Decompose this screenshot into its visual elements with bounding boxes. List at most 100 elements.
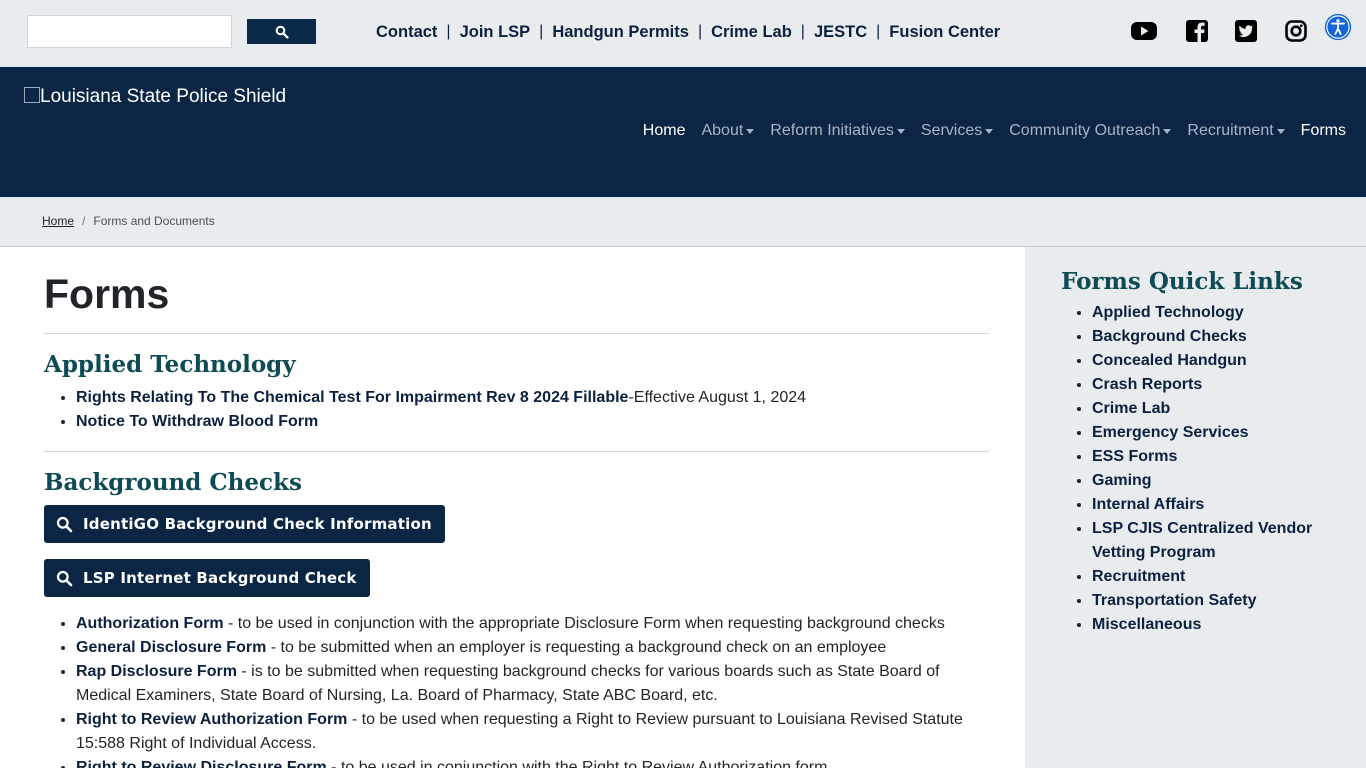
separator: | [876, 23, 881, 40]
nav-label: Reform Initiatives [770, 122, 894, 139]
separator: | [697, 23, 703, 40]
list-item: General Disclosure Form - to be submitte… [76, 636, 978, 660]
form-link[interactable]: Rap Disclosure Form [76, 663, 237, 680]
form-link[interactable]: Rights Relating To The Chemical Test For… [76, 389, 628, 406]
quick-link-miscellaneous[interactable]: Miscellaneous [1092, 616, 1201, 633]
quick-link-crash-reports[interactable]: Crash Reports [1092, 376, 1202, 393]
nav-label: Services [920, 122, 983, 139]
sidebar-heading: Forms Quick Links [1061, 268, 1303, 295]
list-item: Rights Relating To The Chemical Test For… [76, 386, 989, 410]
search-icon [56, 516, 73, 532]
form-link[interactable]: Authorization Form [76, 615, 224, 632]
caret-down-icon [985, 128, 994, 134]
divider [44, 451, 989, 452]
separator: | [539, 23, 544, 40]
nav-forms[interactable]: Forms [1301, 122, 1346, 140]
search-icon [56, 570, 73, 586]
list-item: Recruitment [1092, 565, 1334, 589]
search-button[interactable] [247, 19, 316, 44]
identigo-background-check-button[interactable]: IdentiGO Background Check Information [44, 505, 445, 543]
form-description: - to be submitted when an employer is re… [266, 639, 887, 656]
quick-link-transportation-safety[interactable]: Transportation Safety [1092, 592, 1256, 609]
list-item: Notice To Withdraw Blood Form [76, 410, 989, 434]
util-link-contact[interactable]: Contact [376, 23, 437, 42]
list-item: Right to Review Disclosure Form - to be … [76, 756, 978, 768]
util-link-handgun-permits[interactable]: Handgun Permits [552, 23, 689, 42]
utility-links: Contact | Join LSP | Handgun Permits | C… [376, 22, 1000, 42]
list-item: Miscellaneous [1092, 613, 1334, 637]
nav-label: Home [642, 122, 686, 139]
quick-link-gaming[interactable]: Gaming [1092, 472, 1152, 489]
list-item: ESS Forms [1092, 445, 1334, 469]
quick-link-background-checks[interactable]: Background Checks [1092, 328, 1247, 345]
facebook-icon[interactable] [1186, 17, 1208, 45]
nav-recruitment[interactable]: Recruitment [1187, 122, 1285, 140]
quick-link-applied-technology[interactable]: Applied Technology [1092, 304, 1244, 321]
list-item: Rap Disclosure Form - is to be submitted… [76, 660, 978, 708]
form-link[interactable]: General Disclosure Form [76, 639, 266, 656]
nav-community-outreach[interactable]: Community Outreach [1009, 122, 1172, 140]
list-item: Transportation Safety [1092, 589, 1334, 613]
section-heading-applied-technology: Applied Technology [44, 351, 296, 378]
quick-link-crime-lab[interactable]: Crime Lab [1092, 400, 1170, 417]
nav-services[interactable]: Services [920, 122, 994, 140]
divider [44, 333, 989, 334]
nav-label: About [701, 122, 744, 139]
twitter-icon[interactable] [1235, 17, 1257, 45]
nav-reform-initiatives[interactable]: Reform Initiatives [770, 122, 905, 140]
separator: | [800, 23, 805, 40]
caret-down-icon [1276, 128, 1285, 134]
list-item: Authorization Form - to be used in conju… [76, 612, 978, 636]
list-item: Background Checks [1092, 325, 1334, 349]
util-link-join-lsp[interactable]: Join LSP [460, 23, 531, 42]
form-description: -Effective August 1, 2024 [628, 389, 807, 406]
button-label: LSP Internet Background Check [83, 569, 357, 587]
quick-link-recruitment[interactable]: Recruitment [1092, 568, 1185, 585]
breadcrumb-home[interactable]: Home [42, 214, 74, 228]
main-nav: Home About Reform Initiatives Services C… [627, 122, 1346, 140]
util-link-crime-lab[interactable]: Crime Lab [711, 23, 792, 42]
form-link[interactable]: Right to Review Disclosure Form [76, 759, 327, 768]
quick-link-ess-forms[interactable]: ESS Forms [1092, 448, 1177, 465]
lsp-internet-background-check-button[interactable]: LSP Internet Background Check [44, 559, 370, 597]
search-input[interactable] [27, 15, 232, 48]
youtube-icon[interactable] [1130, 17, 1158, 45]
util-link-fusion-center[interactable]: Fusion Center [889, 23, 1000, 42]
list-item: Crime Lab [1092, 397, 1334, 421]
form-description: - to be used in conjunction with the Rig… [326, 759, 828, 768]
background-checks-list: Authorization Form - to be used in conju… [58, 612, 978, 768]
quick-link-cjis-vendor-vetting[interactable]: LSP CJIS Centralized Vendor Vetting Prog… [1092, 520, 1312, 561]
site-logo[interactable]: Louisiana State Police Shield [24, 86, 286, 108]
list-item: Gaming [1092, 469, 1334, 493]
caret-down-icon [746, 128, 755, 134]
quick-link-internal-affairs[interactable]: Internal Affairs [1092, 496, 1204, 513]
list-item: Emergency Services [1092, 421, 1334, 445]
separator: | [446, 23, 451, 40]
list-item: LSP CJIS Centralized Vendor Vetting Prog… [1092, 517, 1334, 565]
form-link[interactable]: Right to Review Authorization Form [76, 711, 347, 728]
list-item: Crash Reports [1092, 373, 1334, 397]
button-label: IdentiGO Background Check Information [83, 515, 432, 533]
nav-about[interactable]: About [701, 122, 755, 140]
quick-links-list: Applied Technology Background Checks Con… [1074, 301, 1334, 637]
breadcrumb-current: Forms and Documents [93, 214, 215, 228]
quick-links-sidebar: Forms Quick Links Applied Technology Bac… [1025, 247, 1366, 768]
form-description: - to be used in conjunction with the app… [223, 615, 945, 632]
quick-link-concealed-handgun[interactable]: Concealed Handgun [1092, 352, 1247, 369]
accessibility-icon[interactable] [1321, 13, 1355, 41]
page-title: Forms [44, 271, 170, 317]
util-link-jestc[interactable]: JESTC [814, 23, 867, 42]
utility-bar: Contact | Join LSP | Handgun Permits | C… [0, 0, 1366, 67]
logo-alt-text: Louisiana State Police Shield [40, 86, 287, 107]
applied-technology-list: Rights Relating To The Chemical Test For… [58, 386, 989, 434]
site-header: Louisiana State Police Shield Home About… [0, 67, 1366, 197]
list-item: Applied Technology [1092, 301, 1334, 325]
nav-home[interactable]: Home [643, 122, 686, 140]
instagram-icon[interactable] [1285, 17, 1307, 45]
quick-link-emergency-services[interactable]: Emergency Services [1092, 424, 1249, 441]
main-content: Forms Applied Technology Rights Relating… [44, 247, 989, 768]
nav-label: Community Outreach [1009, 122, 1161, 139]
section-heading-background-checks: Background Checks [44, 469, 302, 496]
form-link[interactable]: Notice To Withdraw Blood Form [76, 413, 318, 430]
broken-image-icon [24, 87, 40, 103]
